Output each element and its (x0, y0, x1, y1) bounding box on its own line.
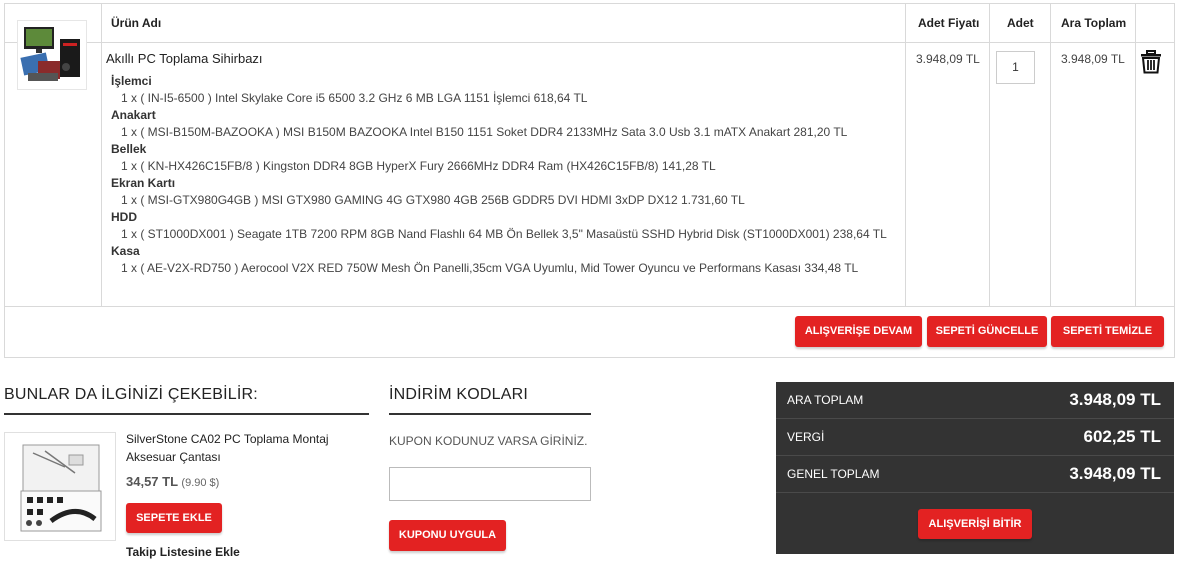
tax-row: VERGİ 602,25 TL (776, 419, 1174, 456)
add-to-watchlist-link[interactable]: Takip Listesine Ekle (126, 545, 240, 559)
component-line: 1 x ( MSI-GTX980G4GB ) MSI GTX980 GAMING… (121, 193, 745, 207)
item-subtotal: 3.948,09 TL (1061, 52, 1125, 66)
grand-total-row: GENEL TOPLAM 3.948,09 TL (776, 456, 1174, 493)
coupon-divider (389, 413, 591, 415)
product-thumbnail[interactable] (17, 20, 87, 90)
recommend-divider (4, 413, 369, 415)
recommend-product-name[interactable]: SilverStone CA02 PC Toplama Montaj Akses… (126, 430, 346, 466)
component-category: Kasa (111, 244, 140, 258)
recommend-product-price: 34,57 TL (126, 474, 178, 489)
component-list: İşlemci 1 x ( IN-I5-6500 ) Intel Skylake… (111, 73, 901, 277)
coupon-title: İNDİRİM KODLARI (389, 386, 529, 403)
checkout-button[interactable]: ALIŞVERİŞİ BİTİR (918, 509, 1032, 539)
recommend-product-usd-price: (9.90 $) (181, 477, 220, 489)
component-category: Ekran Kartı (111, 176, 176, 190)
header-subtotal: Ara Toplam (1061, 16, 1127, 30)
coupon-label: KUPON KODUNUZ VARSA GİRİNİZ. (389, 434, 588, 448)
order-totals-panel: ARA TOPLAM 3.948,09 TL VERGİ 602,25 TL G… (776, 382, 1174, 554)
trash-icon[interactable] (1140, 50, 1162, 74)
add-to-cart-button[interactable]: SEPETE EKLE (126, 503, 222, 533)
header-unit-price: Adet Fiyatı (918, 16, 980, 30)
component-line: 1 x ( IN-I5-6500 ) Intel Skylake Core i5… (121, 91, 588, 105)
accessory-bag-image (20, 444, 102, 532)
recommend-product-image[interactable] (4, 432, 116, 541)
cart-product-name[interactable]: Akıllı PC Toplama Sihirbazı (106, 51, 263, 66)
header-qty: Adet (1007, 16, 1034, 30)
unit-price: 3.948,09 TL (916, 52, 980, 66)
subtotal-row: ARA TOPLAM 3.948,09 TL (776, 382, 1174, 419)
recommend-title: BUNLAR DA İLGİNİZİ ÇEKEBİLİR: (4, 386, 258, 403)
tax-value: 602,25 TL (1083, 427, 1162, 446)
component-line: 1 x ( KN-HX426C15FB/8 ) Kingston DDR4 8G… (121, 159, 716, 173)
continue-shopping-button[interactable]: ALIŞVERİŞE DEVAM (795, 316, 922, 347)
recommend-product-price-row: 34,57 TL (9.90 $) (126, 474, 219, 489)
component-line: 1 x ( ST1000DX001 ) Seagate 1TB 7200 RPM… (121, 227, 887, 241)
apply-coupon-button[interactable]: KUPONU UYGULA (389, 520, 506, 551)
subtotal-label: ARA TOPLAM (787, 393, 864, 407)
pc-bundle-image (20, 27, 80, 81)
cart-header-row: Ürün Adı Adet Fiyatı Adet Ara Toplam (5, 4, 1174, 43)
component-line: 1 x ( MSI-B150M-BAZOOKA ) MSI B150M BAZO… (121, 125, 848, 139)
component-category: HDD (111, 210, 137, 224)
component-category: Bellek (111, 142, 147, 156)
clear-cart-button[interactable]: SEPETİ TEMİZLE (1051, 316, 1164, 347)
component-category: İşlemci (111, 74, 152, 88)
component-category: Anakart (111, 108, 156, 122)
grand-total-value: 3.948,09 TL (1069, 464, 1161, 483)
update-cart-button[interactable]: SEPETİ GÜNCELLE (927, 316, 1047, 347)
tax-label: VERGİ (787, 430, 825, 444)
header-product: Ürün Adı (111, 16, 162, 30)
subtotal-value: 3.948,09 TL (1069, 390, 1161, 409)
component-line: 1 x ( AE-V2X-RD750 ) Aerocool V2X RED 75… (121, 261, 859, 275)
grand-total-label: GENEL TOPLAM (787, 467, 880, 481)
coupon-input[interactable] (389, 467, 591, 501)
quantity-input[interactable]: 1 (996, 51, 1035, 84)
